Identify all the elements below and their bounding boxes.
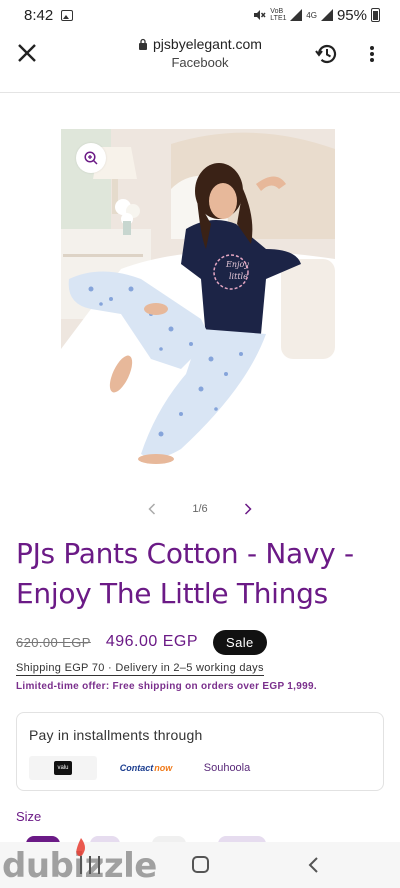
gallery-icon	[61, 9, 74, 21]
more-options-button[interactable]	[362, 42, 382, 66]
regular-price: 620.00 EGP	[16, 634, 91, 650]
provider-valu[interactable]: valu	[29, 756, 97, 780]
product-photo: Enjoy little	[61, 129, 335, 469]
signal-icon	[290, 9, 303, 21]
installments-title: Pay in installments through	[29, 727, 203, 743]
network-label-1: VoB LTE1	[270, 8, 287, 22]
lock-icon	[139, 38, 148, 50]
back-button[interactable]	[305, 856, 323, 874]
provider-contact-now[interactable]: Contact now	[117, 756, 175, 780]
back-icon	[308, 857, 318, 873]
gallery-slider-controls: 1/6	[140, 498, 260, 520]
size-label: Size	[16, 809, 42, 824]
chevron-right-icon	[244, 503, 252, 515]
installments-card: Pay in installments through valu Contact…	[16, 712, 384, 791]
valu-logo: valu	[54, 761, 72, 775]
offer-text: Limited-time offer: Free shipping on ord…	[16, 681, 317, 692]
provider-souhoola[interactable]: Souhoola	[199, 756, 255, 780]
souhoola-logo: Souhoola	[203, 762, 251, 774]
product-title: PJs Pants Cotton - Navy - Enjoy The Litt…	[16, 537, 354, 610]
shirt-print-text: Enjoy	[225, 260, 249, 269]
chevron-left-icon	[148, 503, 156, 515]
zoom-button[interactable]	[76, 143, 106, 173]
status-time: 8:42	[24, 6, 54, 24]
battery-icon	[371, 8, 380, 22]
mute-icon	[254, 10, 266, 20]
previous-slide-button[interactable]	[140, 503, 164, 515]
history-icon	[315, 44, 337, 64]
contact-logo-part-2: now	[154, 763, 173, 773]
battery-percent: 95%	[336, 6, 367, 24]
url-domain: pjsbyelegant.com	[153, 36, 262, 52]
product-image[interactable]: Enjoy little	[61, 129, 335, 469]
price-row: 620.00 EGP 496.00 EGP Sale	[16, 629, 267, 655]
history-button[interactable]	[313, 40, 341, 68]
network-label-2: 4G	[306, 10, 317, 20]
shipping-link[interactable]: Shipping EGP 70 · Delivery in 2–5 workin…	[16, 662, 264, 676]
zoom-in-icon	[84, 151, 98, 165]
status-bar: 8:42 VoB LTE1 4G 95%	[0, 0, 400, 30]
flame-icon	[76, 838, 85, 857]
svg-text:little: little	[229, 272, 248, 281]
url-source: Facebook	[171, 55, 229, 70]
sale-badge: Sale	[213, 629, 267, 655]
more-vertical-icon	[370, 46, 374, 50]
close-button[interactable]	[14, 40, 40, 66]
browser-toolbar: pjsbyelegant.com Facebook	[0, 30, 400, 78]
header-divider	[0, 92, 400, 93]
status-indicators: VoB LTE1 4G 95%	[252, 7, 380, 24]
next-slide-button[interactable]	[236, 503, 260, 515]
sale-price: 496.00 EGP	[105, 633, 198, 650]
signal-icon-2	[320, 9, 333, 21]
close-icon	[18, 44, 36, 62]
url-display[interactable]: pjsbyelegant.com Facebook	[100, 36, 300, 70]
slide-counter: 1/6	[192, 503, 208, 515]
home-button[interactable]	[192, 856, 209, 873]
contact-logo-part-1: Contact	[119, 763, 154, 773]
